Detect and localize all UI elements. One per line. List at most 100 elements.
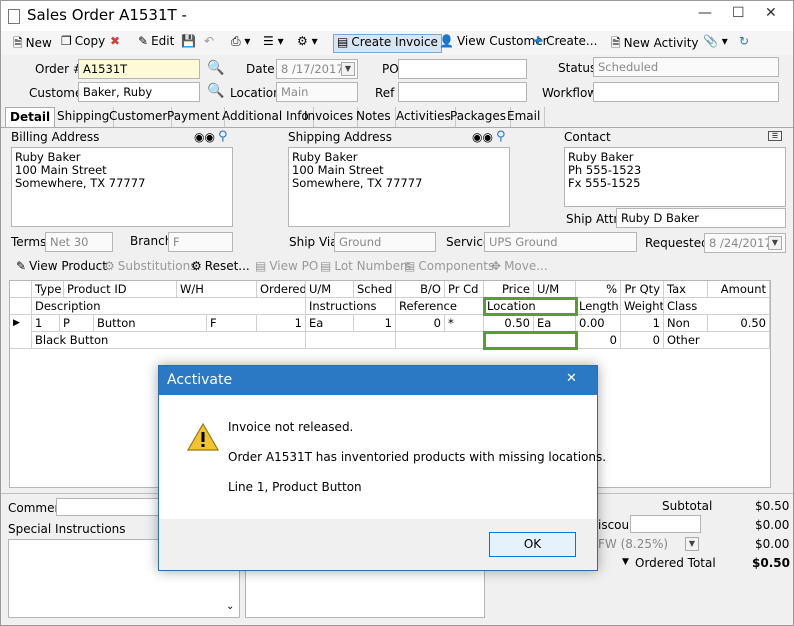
ship-via-field[interactable]: Ground [334,232,436,252]
binoculars-icon[interactable]: ◉◉ [194,130,215,144]
col-instructions[interactable]: Instructions [306,298,396,315]
move-button[interactable]: ✥ Move... [491,259,548,278]
maximize-icon[interactable]: ☐ [732,5,745,21]
col-warehouse[interactable]: W/H [177,281,257,298]
new-button[interactable]: 🗎 New [13,34,52,53]
print-icon[interactable]: ⎙ ▾ [231,34,250,53]
cell-price-um[interactable]: Ea [534,315,576,332]
tax-dropdown-icon[interactable]: ▼ [685,537,699,551]
terms-field[interactable]: Net 30 [45,232,113,252]
cell-price[interactable]: 0.50 [484,315,534,332]
reset-button[interactable]: ⚙ Reset... [191,259,250,278]
status-field[interactable]: Scheduled [593,57,779,77]
view-po-button[interactable]: ▤ View PO [255,259,318,278]
col-reference[interactable]: Reference [396,298,484,315]
undo-icon[interactable]: ↶ [204,34,214,53]
col-type[interactable]: Type [32,281,64,298]
cell-prcd[interactable]: * [445,315,484,332]
tab-invoices[interactable]: Invoices [300,107,359,127]
order-number-field[interactable]: A1531T [78,59,200,79]
total-expand-icon[interactable]: ▼ [622,557,629,567]
cell-type[interactable]: P [60,315,94,332]
requested-dropdown-icon[interactable]: ▼ [768,236,782,250]
edit-button[interactable]: ✎ Edit [138,34,174,53]
shipping-binoculars-icon[interactable]: ◉◉ [472,130,493,144]
cell-weight[interactable]: 0 [621,332,664,349]
row-selector-icon[interactable]: ▶ [10,315,32,349]
view-customer-button[interactable]: 👤 View Customer [439,34,548,53]
tab-email[interactable]: Email [503,107,546,127]
settings-icon[interactable]: ⚙ ▾ [297,34,318,53]
col-product-id[interactable]: Product ID [64,281,177,298]
col-ordered[interactable]: Ordered [257,281,306,298]
contact-card-icon[interactable]: ☰ [768,131,782,141]
col-price[interactable]: Price [484,281,534,298]
create-invoice-button[interactable]: ▤ Create Invoice [333,34,442,53]
discount-field[interactable] [630,515,701,533]
order-search-icon[interactable]: 🔍 [207,60,224,76]
cell-ordered[interactable]: 1 [257,315,306,332]
col-description[interactable]: Description [32,298,306,315]
refresh-icon[interactable]: ↻ [739,34,749,53]
col-bo[interactable]: B/O [396,281,445,298]
col-percent[interactable]: % [576,281,621,298]
customer-search-icon[interactable]: 🔍 [207,83,224,99]
cell-sched[interactable]: 1 [354,315,396,332]
col-weight[interactable]: Weight [621,298,664,315]
po-field[interactable] [398,59,527,79]
col-amount[interactable]: Amount [708,281,770,298]
tab-packages[interactable]: Packages [446,107,511,127]
create-menu-button[interactable]: ✚ Create... [533,34,597,53]
special-instructions-dropdown-icon[interactable]: ⌄ [226,601,234,612]
col-prqty[interactable]: Pr Qty [621,281,664,298]
cell-prqty[interactable]: 1 [621,315,664,332]
delete-icon[interactable]: ✖ [110,34,120,53]
col-price-um[interactable]: U/M [534,281,576,298]
col-um[interactable]: U/M [306,281,354,298]
workflow-field[interactable] [593,82,779,102]
dialog-close-icon[interactable]: ✕ [566,371,577,386]
tab-detail[interactable]: Detail [5,107,56,127]
components-button[interactable]: ▤ Components [404,259,494,278]
cell-product-id[interactable]: Button [94,315,207,332]
copy-button[interactable]: ❐ Copy [61,34,105,53]
cell-reference[interactable] [396,332,484,349]
cell-tax[interactable]: Non [664,315,708,332]
cell-instructions[interactable] [306,332,396,349]
location-field[interactable]: Main [276,82,358,102]
col-length[interactable]: Length [576,298,621,315]
map-pin-icon[interactable]: ⚲ [218,129,228,144]
ship-attn-field[interactable]: Ruby D Baker [616,208,786,228]
cell-line-number[interactable]: 1 [32,315,60,332]
cell-bo[interactable]: 0 [396,315,445,332]
col-class[interactable]: Class [664,298,770,315]
close-icon[interactable]: ✕ [765,5,777,21]
cell-length[interactable]: 0 [576,332,621,349]
col-sched[interactable]: Sched [354,281,396,298]
comment-field[interactable] [56,498,161,516]
cell-class[interactable]: Other [664,332,770,349]
cell-description[interactable]: Black Button [32,332,306,349]
cell-percent[interactable]: 0.00 [576,315,621,332]
billing-address-box[interactable]: Ruby Baker 100 Main Street Somewhere, TX… [11,147,233,227]
lot-numbers-button[interactable]: ▤ Lot Numbers [320,259,411,278]
attachment-icon[interactable]: 📎 ▾ [703,34,728,53]
tab-notes[interactable]: Notes [352,107,396,127]
col-prcd[interactable]: Pr Cd [445,281,484,298]
shipping-map-pin-icon[interactable]: ⚲ [496,129,506,144]
cell-warehouse[interactable]: F [207,315,257,332]
contact-box[interactable]: Ruby Baker Ph 555-1523 Fx 555-1525 [564,147,786,207]
minimize-icon[interactable]: — [698,5,712,21]
new-activity-button[interactable]: 🗎 New Activity [611,34,699,53]
cell-um[interactable]: Ea [306,315,354,332]
substitutions-button[interactable]: ⚙ Substitutions [104,259,196,278]
ref-field[interactable] [398,82,527,102]
view-product-button[interactable]: ✎ View Product [16,259,107,278]
customer-field[interactable]: Baker, Ruby [78,82,200,102]
shipping-address-box[interactable]: Ruby Baker 100 Main Street Somewhere, TX… [288,147,510,227]
ok-button[interactable]: OK [489,532,576,557]
cell-amount[interactable]: 0.50 [708,315,770,332]
tab-payment[interactable]: Payment [163,107,225,127]
col-tax[interactable]: Tax [664,281,708,298]
date-dropdown-icon[interactable]: ▼ [341,62,355,76]
